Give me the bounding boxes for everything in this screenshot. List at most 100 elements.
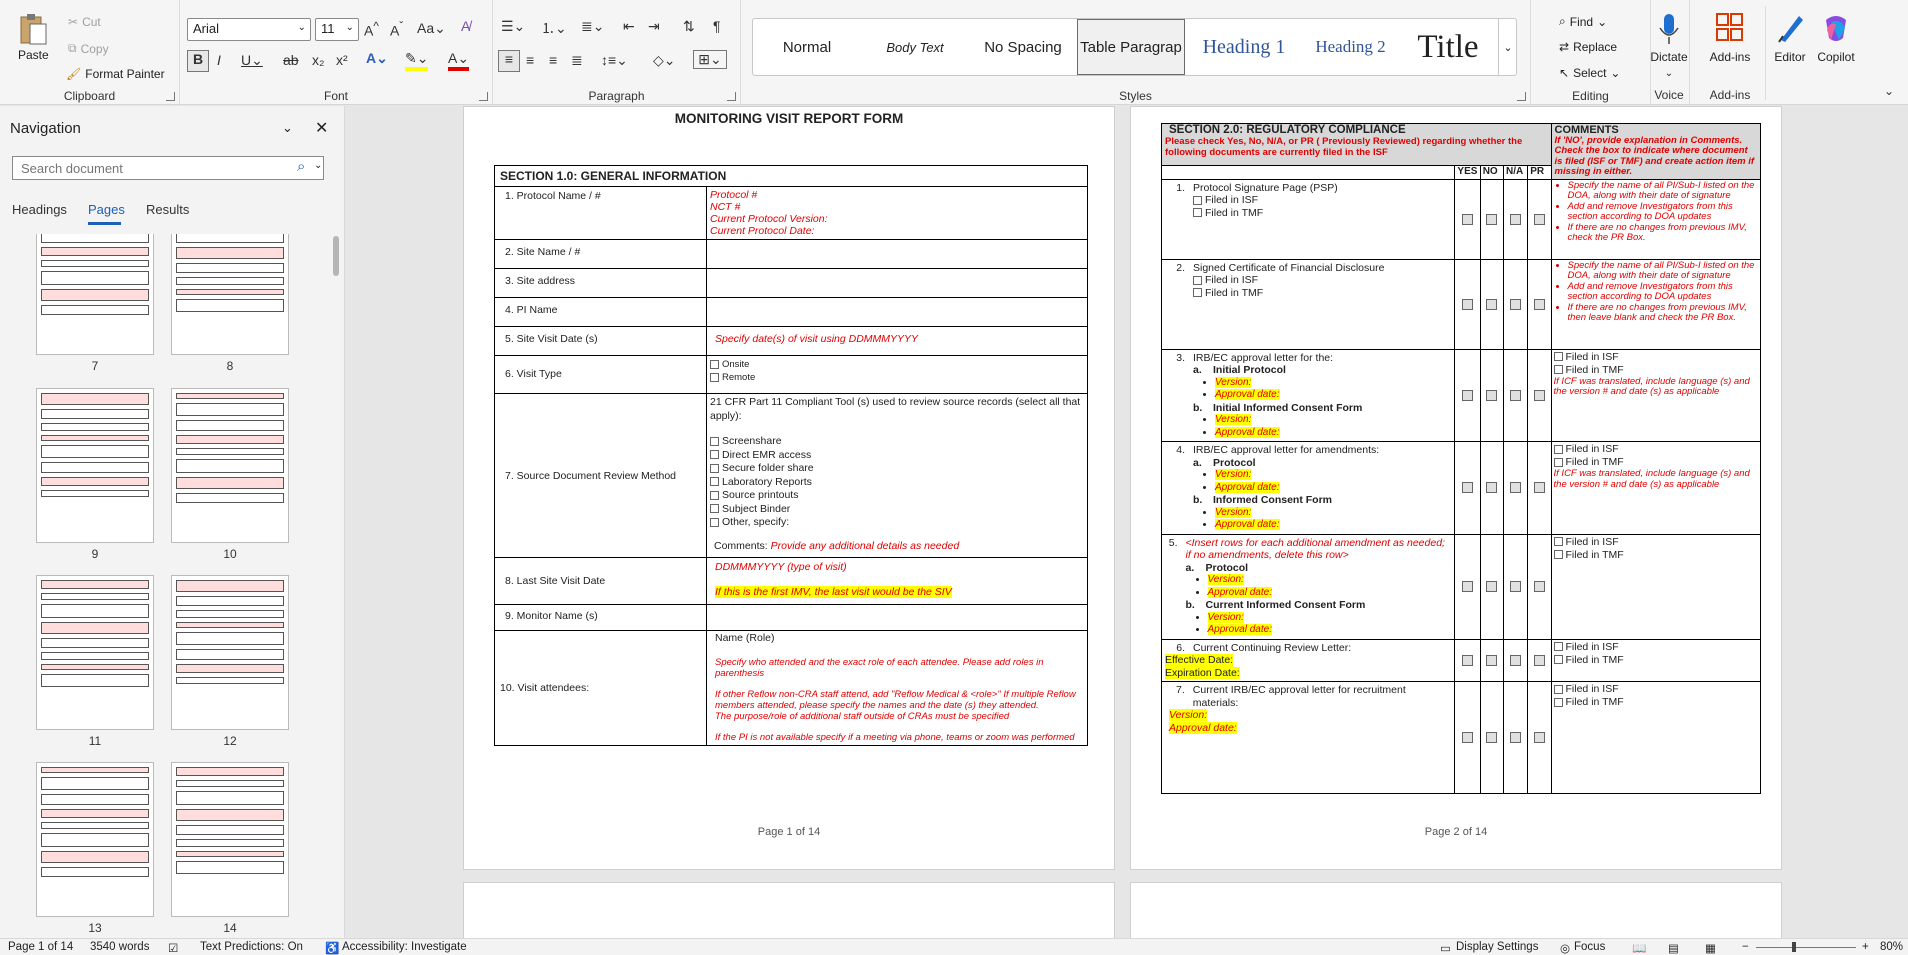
site-address-cell[interactable] (706, 268, 1088, 298)
filed-option[interactable]: Filed in TMF (1553, 696, 1758, 709)
checkbox[interactable] (1510, 732, 1522, 744)
filed-option[interactable]: Filed in ISF (1553, 641, 1758, 654)
search-document-input[interactable] (12, 156, 324, 180)
filed-option[interactable]: Filed in TMF (1553, 549, 1758, 562)
checkbox[interactable] (1510, 298, 1522, 310)
comments-cell[interactable]: Filed in ISF Filed in TMF If ICF was trans… (1550, 348, 1762, 442)
filed-option[interactable]: Filed in TMF (1193, 207, 1338, 220)
close-icon[interactable]: ✕ (315, 118, 328, 138)
web-layout-icon[interactable]: ▦ (1705, 941, 1716, 955)
last-visit-cell[interactable]: DDMMMYYYY (type of visit) If this is the … (706, 557, 1088, 605)
align-right-icon[interactable]: ≡ (549, 52, 557, 68)
page-thumbnail[interactable] (36, 575, 154, 730)
checkbox[interactable] (1553, 352, 1563, 362)
borders-icon[interactable]: ⊞⌄ (693, 50, 727, 69)
sort-icon[interactable]: ⇅ (683, 18, 695, 35)
underline-button[interactable]: U⌄ (241, 52, 263, 69)
decrease-indent-icon[interactable]: ⇤ (623, 18, 635, 35)
zoom-in-icon[interactable]: + (1862, 941, 1869, 953)
style-table-paragraph[interactable]: Table Paragrap (1077, 19, 1185, 75)
checkbox[interactable] (1193, 288, 1202, 298)
checkbox[interactable] (1553, 697, 1563, 707)
approval-field[interactable]: Approval date: (1215, 389, 1280, 400)
checkbox[interactable] (1486, 654, 1498, 666)
bold-button[interactable]: B (187, 50, 209, 72)
checkbox[interactable] (1533, 213, 1545, 225)
superscript-button[interactable]: x² (336, 52, 348, 68)
accessibility-status[interactable]: Accessibility: Investigate (342, 941, 467, 953)
source-option[interactable]: Other, specify: (710, 516, 1084, 530)
approval-field[interactable]: Approval date: (1215, 426, 1280, 438)
dictate-button[interactable]: Dictate ⌄ (1650, 12, 1688, 79)
proofing-icon[interactable]: ☑ (168, 941, 178, 955)
checkbox[interactable] (1533, 298, 1545, 310)
filed-option[interactable]: Filed in ISF (1193, 274, 1384, 287)
text-effects-icon[interactable]: A⌄ (366, 50, 388, 67)
filed-option[interactable]: Filed in ISF (1553, 443, 1758, 456)
checkbox[interactable] (1510, 213, 1522, 225)
increase-indent-icon[interactable]: ⇥ (648, 18, 660, 35)
filed-option[interactable]: Filed in ISF (1553, 683, 1758, 696)
version-field[interactable]: Version: (1215, 376, 1252, 388)
checkbox[interactable] (1193, 195, 1202, 205)
checkbox[interactable] (1510, 389, 1522, 401)
comments-cell[interactable]: Filed in ISF Filed in TMF (1550, 533, 1762, 640)
source-option[interactable]: Secure folder share (710, 462, 1084, 476)
pi-name-cell[interactable] (706, 297, 1088, 327)
add-ins-button[interactable]: Add-ins (1705, 12, 1755, 64)
checkbox[interactable] (1462, 213, 1474, 225)
source-option[interactable]: Direct EMR access (710, 449, 1084, 463)
word-count[interactable]: 3540 words (90, 941, 149, 953)
filed-option[interactable]: Filed in TMF (1193, 287, 1384, 300)
highlight-icon[interactable]: ✎⌄ (405, 50, 429, 71)
version-field[interactable]: Version: (1215, 506, 1252, 518)
checkbox[interactable] (1510, 482, 1522, 494)
onsite-option[interactable]: Onsite (710, 358, 1084, 371)
page-thumbnail[interactable] (171, 762, 289, 917)
approval-field[interactable]: Approval date: (1169, 721, 1237, 734)
effective-date[interactable]: Effective Date: (1165, 654, 1234, 667)
styles-more-button[interactable]: ⌄ (1498, 19, 1517, 75)
collapse-ribbon-icon[interactable]: ⌄ (1884, 84, 1894, 98)
multilevel-list-icon[interactable]: ≣⌄ (581, 18, 604, 35)
source-option[interactable]: Source printouts (710, 489, 1084, 503)
zoom-thumb[interactable] (1792, 942, 1796, 952)
chevron-down-icon[interactable]: ⌄ (282, 120, 293, 136)
checkbox[interactable] (1193, 275, 1202, 285)
remote-option[interactable]: Remote (710, 371, 1084, 384)
copilot-button[interactable]: Copilot (1814, 12, 1858, 64)
tab-headings[interactable]: Headings (12, 202, 67, 217)
align-center-icon[interactable]: ≡ (526, 52, 534, 68)
zoom-slider[interactable] (1756, 947, 1856, 948)
pilcrow-icon[interactable]: ¶ (713, 18, 721, 34)
site-name-cell[interactable] (706, 239, 1088, 269)
visit-date-cell[interactable]: Specify date(s) of visit using DDMMMYYYY (706, 326, 1088, 356)
checkbox[interactable] (710, 359, 719, 369)
checkbox[interactable] (710, 517, 719, 527)
filed-option[interactable]: Filed in ISF (1553, 536, 1758, 549)
checkbox[interactable] (1462, 389, 1474, 401)
style-title[interactable]: Title (1398, 19, 1498, 75)
source-option[interactable]: Screenshare (710, 435, 1084, 449)
page-thumbnail[interactable] (36, 762, 154, 917)
change-case-icon[interactable]: Aa⌄ (417, 20, 446, 37)
find-button[interactable]: ⌕ Find ⌄ (1559, 14, 1607, 29)
checkbox[interactable] (1462, 654, 1474, 666)
checkbox[interactable] (1553, 550, 1563, 560)
filed-option[interactable]: Filed in ISF (1193, 194, 1338, 207)
checkbox[interactable] (1553, 642, 1563, 652)
tab-results[interactable]: Results (146, 202, 189, 217)
cut-button[interactable]: ✂ Cut (68, 15, 101, 29)
comments-cell[interactable]: Filed in ISF Filed in TMF If ICF was trans… (1550, 441, 1762, 535)
format-painter-button[interactable]: 🖌 Format Painter (66, 67, 165, 81)
checkbox[interactable] (1486, 213, 1498, 225)
checkbox[interactable] (1486, 581, 1498, 593)
filed-option[interactable]: Filed in TMF (1553, 364, 1758, 377)
comments-cell[interactable]: Specify the name of all PI/Sub-I listed … (1550, 258, 1762, 350)
zoom-out-icon[interactable]: − (1742, 941, 1749, 953)
monitor-name-cell[interactable] (706, 604, 1088, 631)
font-launcher[interactable] (479, 92, 488, 101)
source-option[interactable]: Laboratory Reports (710, 476, 1084, 490)
checkbox[interactable] (1486, 298, 1498, 310)
version-field[interactable]: Version: (1169, 709, 1208, 721)
